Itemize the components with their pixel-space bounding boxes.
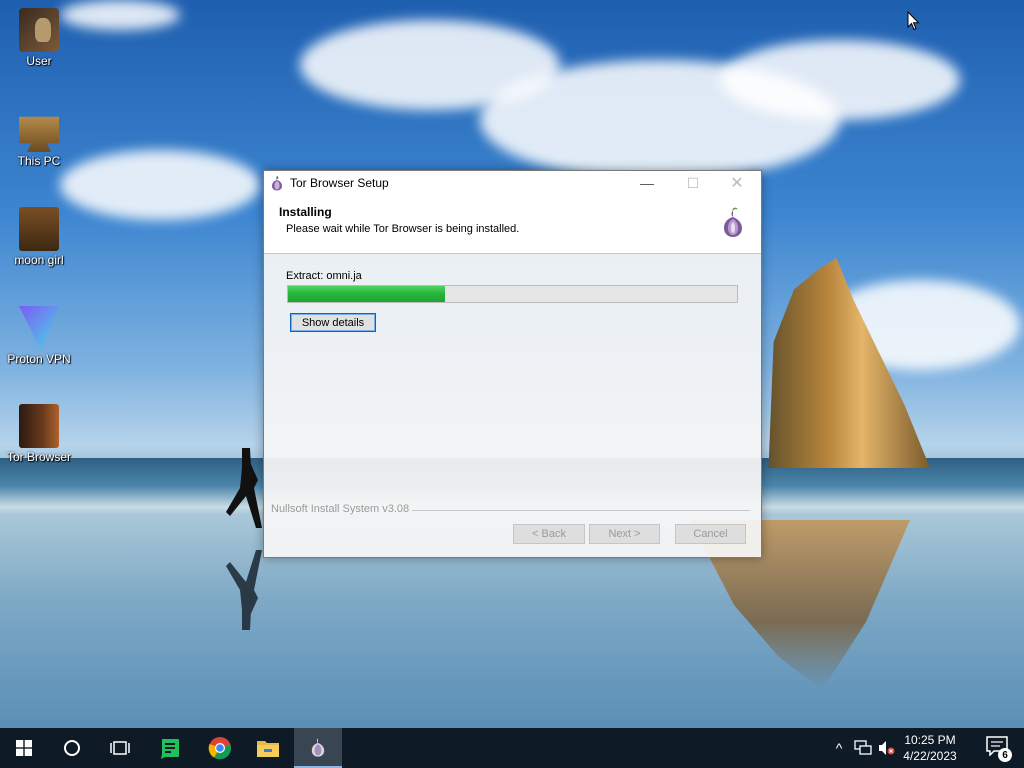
- window-title: Tor Browser Setup: [290, 176, 389, 190]
- installing-heading: Installing: [279, 205, 332, 219]
- close-button[interactable]: ✕: [715, 171, 759, 195]
- tor-onion-logo-icon: [724, 207, 742, 237]
- tor-setup-window: Tor Browser Setup — ☐ ✕ Installing Pleas…: [263, 170, 762, 558]
- branding-divider: [412, 510, 750, 511]
- notification-count-badge: 6: [998, 748, 1012, 762]
- back-button[interactable]: < Back: [513, 524, 585, 544]
- maximize-button[interactable]: ☐: [671, 171, 715, 195]
- mouse-cursor-icon: [907, 11, 920, 31]
- close-icon: ✕: [730, 175, 744, 192]
- taskbar-chrome[interactable]: [196, 728, 244, 768]
- desktop-icon-label: This PC: [17, 154, 61, 168]
- volume-muted-icon[interactable]: [878, 740, 896, 756]
- cortana-search-icon: [64, 740, 80, 756]
- desktop-icon-proton-vpn[interactable]: Proton VPN: [4, 306, 74, 366]
- taskbar: ^ 10:25 PM 4/22/2023 6: [0, 728, 1024, 768]
- minimize-icon: —: [640, 175, 654, 191]
- desktop-icon-label: Tor Browser: [6, 450, 71, 464]
- desktop-icon-user[interactable]: User: [4, 8, 74, 68]
- maximize-icon: ☐: [686, 174, 700, 191]
- task-view-icon: [110, 741, 130, 755]
- desktop-icon-this-pc[interactable]: This PC: [4, 108, 74, 168]
- start-button[interactable]: [0, 728, 48, 768]
- installing-subtitle: Please wait while Tor Browser is being i…: [286, 223, 520, 235]
- desktop-icon-moon-girl[interactable]: moon girl: [4, 207, 74, 267]
- nsis-branding: Nullsoft Install System v3.08: [271, 503, 410, 515]
- taskbar-tor-browser[interactable]: [294, 728, 342, 768]
- installer-header: Installing Please wait while Tor Browser…: [264, 195, 761, 254]
- wallpaper-cloud: [60, 150, 260, 220]
- wallpaper-cloud: [60, 0, 180, 30]
- taskbar-clock[interactable]: 10:25 PM 4/22/2023: [898, 732, 962, 764]
- action-center-button[interactable]: 6: [986, 736, 1012, 762]
- clock-time: 10:25 PM: [904, 733, 956, 747]
- taskbar-notes-app[interactable]: [146, 728, 194, 768]
- cortana-search-button[interactable]: [48, 728, 96, 768]
- window-titlebar[interactable]: Tor Browser Setup — ☐ ✕: [264, 171, 761, 195]
- show-hidden-icons-chevron-icon[interactable]: ^: [830, 740, 848, 756]
- windows-start-icon: [16, 740, 32, 756]
- clock-date: 4/22/2023: [903, 749, 957, 763]
- show-details-button[interactable]: Show details: [290, 313, 376, 332]
- tor-browser-desktop-icon: [19, 404, 59, 448]
- desktop-icon-tor-browser[interactable]: Tor Browser: [4, 404, 74, 464]
- cancel-button[interactable]: Cancel: [675, 524, 746, 544]
- extract-status-text: Extract: omni.ja: [286, 270, 362, 282]
- desktop-icon-label: moon girl: [14, 253, 64, 267]
- green-notes-app-icon: [161, 739, 179, 759]
- install-progress-bar: [287, 285, 738, 303]
- file-explorer-icon: [257, 741, 279, 757]
- desktop-icon-label: User: [26, 54, 52, 68]
- minimize-button[interactable]: —: [625, 171, 669, 195]
- moon-girl-icon: [19, 207, 59, 251]
- next-button[interactable]: Next >: [589, 524, 660, 544]
- taskbar-file-explorer[interactable]: [244, 728, 292, 768]
- this-pc-icon: [19, 116, 59, 152]
- user-folder-icon: [19, 8, 59, 52]
- wallpaper-cloud: [720, 40, 960, 120]
- tor-browser-icon: [311, 738, 325, 757]
- task-view-button[interactable]: [96, 728, 144, 768]
- system-tray: ^: [830, 728, 896, 768]
- progress-fill: [288, 286, 446, 302]
- proton-vpn-icon: [19, 306, 59, 350]
- desktop-icon-label: Proton VPN: [7, 352, 71, 366]
- network-icon[interactable]: [854, 740, 872, 756]
- chrome-icon: [208, 737, 232, 760]
- tor-onion-icon: [272, 175, 282, 191]
